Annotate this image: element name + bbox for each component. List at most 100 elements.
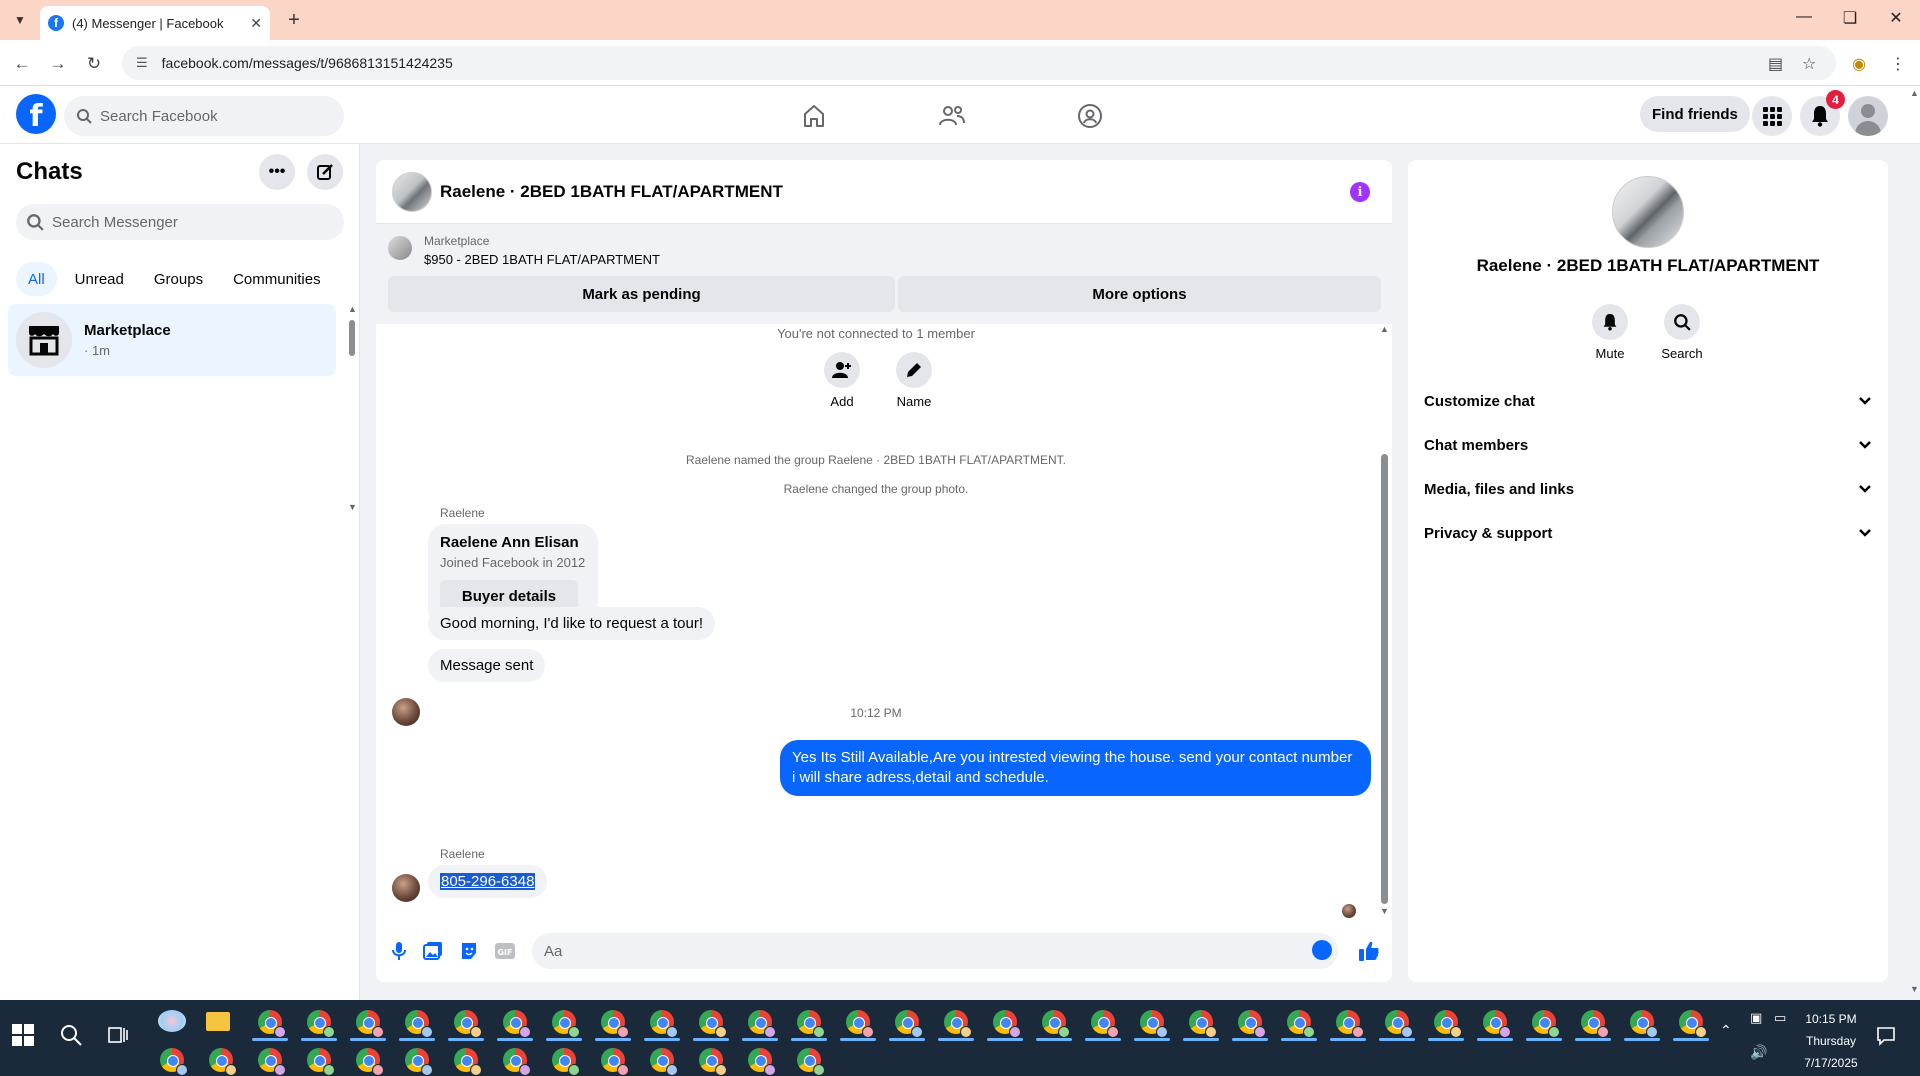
- chat-list-scrollbar[interactable]: ▲ ▼: [348, 304, 357, 516]
- back-button[interactable]: ←: [10, 52, 34, 76]
- scroll-down-arrow-icon[interactable]: ▼: [1380, 906, 1389, 916]
- thumbs-up-icon[interactable]: [1358, 940, 1380, 962]
- chrome-window-icon[interactable]: [356, 1010, 384, 1038]
- sender-avatar[interactable]: [392, 874, 420, 902]
- mark-as-pending-button[interactable]: Mark as pending: [388, 276, 895, 312]
- name-group-button[interactable]: Name: [884, 352, 944, 409]
- conversation-info-icon[interactable]: i: [1350, 182, 1370, 202]
- chrome-window-icon[interactable]: [1287, 1010, 1315, 1038]
- chrome-window-icon[interactable]: [1385, 1010, 1413, 1038]
- network-icon[interactable]: ▭: [1774, 1010, 1786, 1026]
- chrome-window-icon[interactable]: [699, 1048, 727, 1076]
- chrome-window-icon[interactable]: [601, 1048, 629, 1076]
- chrome-window-icon[interactable]: [209, 1048, 237, 1076]
- chrome-window-icon[interactable]: [258, 1010, 286, 1038]
- message-input[interactable]: Aa: [532, 933, 1338, 969]
- message-bubble[interactable]: 805-296-6348: [428, 865, 548, 898]
- meet-now-icon[interactable]: ▣: [1750, 1010, 1762, 1026]
- taskbar-search-icon[interactable]: [60, 1024, 82, 1046]
- chrome-window-icon[interactable]: [160, 1048, 188, 1076]
- sticker-icon[interactable]: [458, 940, 480, 962]
- scroll-down-arrow-icon[interactable]: ▼: [1910, 984, 1919, 994]
- facebook-logo-icon[interactable]: f: [16, 94, 56, 134]
- filter-unread[interactable]: Unread: [63, 262, 136, 296]
- scroll-thumb[interactable]: [349, 320, 355, 356]
- search-conversation-button[interactable]: Search: [1652, 304, 1712, 361]
- chrome-window-icon[interactable]: [748, 1010, 776, 1038]
- chrome-window-icon[interactable]: [993, 1010, 1021, 1038]
- emoji-icon[interactable]: [1312, 940, 1332, 960]
- chrome-window-icon[interactable]: [748, 1048, 776, 1076]
- more-options-icon[interactable]: •••: [259, 154, 295, 190]
- menu-grid-icon[interactable]: [1752, 96, 1792, 136]
- chrome-window-icon[interactable]: [1189, 1010, 1217, 1038]
- windows-start-icon[interactable]: [12, 1024, 34, 1046]
- media-files-links-section[interactable]: Media, files and links: [1424, 467, 1872, 511]
- account-avatar[interactable]: [1848, 96, 1888, 136]
- notification-center-icon[interactable]: [1876, 1026, 1896, 1046]
- chrome-window-icon[interactable]: [1336, 1010, 1364, 1038]
- chrome-window-icon[interactable]: [1630, 1010, 1658, 1038]
- chrome-window-icon[interactable]: [1532, 1010, 1560, 1038]
- page-scrollbar[interactable]: ▲ ▼: [1908, 86, 1920, 1000]
- customize-chat-section[interactable]: Customize chat: [1424, 379, 1872, 423]
- file-explorer-icon[interactable]: [206, 1012, 230, 1031]
- close-tab-icon[interactable]: ✕: [250, 15, 262, 32]
- message-bubble[interactable]: Message sent: [428, 649, 546, 682]
- chrome-window-icon[interactable]: [1581, 1010, 1609, 1038]
- add-member-button[interactable]: Add: [812, 352, 872, 409]
- site-info-icon[interactable]: ☰: [136, 55, 148, 71]
- chrome-window-icon[interactable]: [846, 1010, 874, 1038]
- chrome-window-icon[interactable]: [503, 1048, 531, 1076]
- conversation-title[interactable]: Raelene · 2BED 1BATH FLAT/APARTMENT: [440, 182, 783, 202]
- chrome-window-icon[interactable]: [797, 1010, 825, 1038]
- group-photo-avatar[interactable]: [392, 172, 432, 212]
- chrome-window-icon[interactable]: [552, 1010, 580, 1038]
- restore-button[interactable]: ❏: [1838, 8, 1862, 28]
- minimize-button[interactable]: —: [1792, 8, 1816, 26]
- privacy-support-section[interactable]: Privacy & support: [1424, 511, 1872, 555]
- chrome-window-icon[interactable]: [405, 1048, 433, 1076]
- scroll-up-arrow-icon[interactable]: ▲: [1910, 88, 1919, 98]
- scroll-up-arrow-icon[interactable]: ▲: [1380, 324, 1389, 334]
- chrome-window-icon[interactable]: [797, 1048, 825, 1076]
- profile-icon[interactable]: ◉: [1852, 54, 1866, 74]
- pinned-app-icon[interactable]: [158, 1010, 186, 1032]
- more-options-button[interactable]: More options: [898, 276, 1381, 312]
- url-field[interactable]: ☰ facebook.com/messages/t/96868131514242…: [122, 46, 1836, 80]
- chrome-window-icon[interactable]: [454, 1010, 482, 1038]
- new-message-icon[interactable]: [307, 154, 343, 190]
- chrome-window-icon[interactable]: [650, 1010, 678, 1038]
- find-friends-button[interactable]: Find friends: [1640, 96, 1750, 132]
- chrome-window-icon[interactable]: [552, 1048, 580, 1076]
- facebook-search-input[interactable]: Search Facebook: [64, 96, 344, 136]
- chrome-window-icon[interactable]: [1679, 1010, 1707, 1038]
- chrome-window-icon[interactable]: [307, 1010, 335, 1038]
- photo-attach-icon[interactable]: [422, 940, 444, 962]
- voice-clip-icon[interactable]: [388, 940, 410, 962]
- chrome-window-icon[interactable]: [699, 1010, 727, 1038]
- chrome-window-icon[interactable]: [650, 1048, 678, 1076]
- group-photo-large[interactable]: [1612, 176, 1684, 248]
- chrome-window-icon[interactable]: [405, 1010, 433, 1038]
- chrome-window-icon[interactable]: [356, 1048, 384, 1076]
- chrome-window-icon[interactable]: [895, 1010, 923, 1038]
- filter-communities[interactable]: Communities: [221, 262, 333, 296]
- chrome-window-icon[interactable]: [258, 1048, 286, 1076]
- chrome-window-icon[interactable]: [944, 1010, 972, 1038]
- chrome-window-icon[interactable]: [1483, 1010, 1511, 1038]
- install-app-icon[interactable]: ▤: [1768, 54, 1783, 74]
- task-view-icon[interactable]: [108, 1025, 128, 1045]
- browser-menu-icon[interactable]: ⋮: [1890, 54, 1906, 74]
- chrome-window-icon[interactable]: [1091, 1010, 1119, 1038]
- phone-number-text[interactable]: 805-296-6348: [440, 873, 536, 890]
- close-window-button[interactable]: ✕: [1884, 8, 1908, 28]
- home-icon[interactable]: [796, 98, 832, 134]
- chrome-window-icon[interactable]: [307, 1048, 335, 1076]
- forward-button[interactable]: →: [46, 52, 70, 76]
- taskbar-clock[interactable]: 10:15 PM Thursday 7/17/2025: [1786, 1008, 1876, 1074]
- listing-title[interactable]: $950 - 2BED 1BATH FLAT/APARTMENT: [424, 252, 660, 267]
- filter-groups[interactable]: Groups: [142, 262, 215, 296]
- browser-tab[interactable]: f (4) Messenger | Facebook ✕: [40, 6, 270, 40]
- mute-button[interactable]: Mute: [1580, 304, 1640, 361]
